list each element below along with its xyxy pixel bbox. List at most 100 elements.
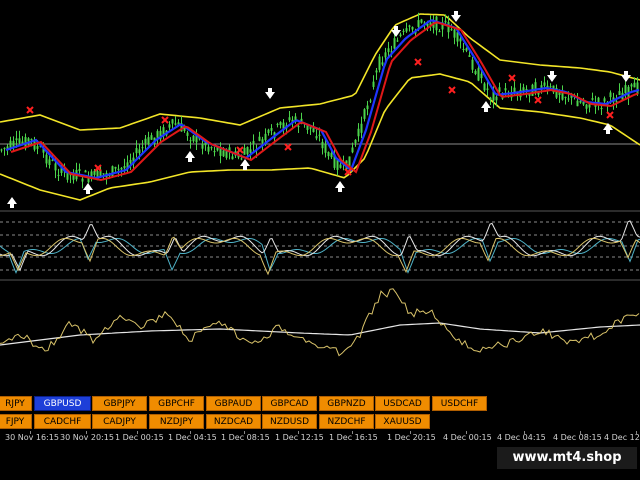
candle-body xyxy=(138,149,141,154)
candle-body xyxy=(147,137,150,145)
signal-cross-icon xyxy=(414,58,422,66)
candle-body xyxy=(567,98,570,100)
symbol-button[interactable]: GBPUSD xyxy=(34,396,91,411)
candle-body xyxy=(405,28,408,32)
candle-body xyxy=(120,167,123,170)
symbol-button[interactable]: USDCAD xyxy=(375,396,430,411)
candle-body xyxy=(84,170,87,173)
candle-body xyxy=(549,86,552,88)
symbol-button[interactable]: GBPAUD xyxy=(206,396,261,411)
signal-cross-icon xyxy=(26,106,34,114)
candle-body xyxy=(582,101,585,105)
sell-arrow-icon xyxy=(451,11,461,22)
candle-body xyxy=(57,174,60,176)
candle-body xyxy=(477,68,480,81)
symbol-button[interactable]: GBPCAD xyxy=(262,396,317,411)
time-axis-label: 4 Dec 04:15 xyxy=(497,433,546,442)
candle-body xyxy=(384,52,387,58)
candle-body xyxy=(633,82,636,88)
candle-body xyxy=(30,138,33,140)
symbol-button[interactable]: RJPY xyxy=(0,396,32,411)
symbol-button[interactable]: GBPJPY xyxy=(92,396,147,411)
slow-moving-average-line xyxy=(10,21,639,182)
symbol-button[interactable]: GBPNZD xyxy=(319,396,374,411)
candle-body xyxy=(264,133,267,141)
candle-body xyxy=(363,109,366,119)
candle-body xyxy=(480,73,483,79)
candle-body xyxy=(219,148,222,156)
candle-body xyxy=(312,128,315,133)
buy-arrow-icon xyxy=(481,101,491,112)
oscillator-pane-1[interactable] xyxy=(0,213,640,279)
candle-body xyxy=(381,62,384,65)
time-axis-label: 1 Dec 12:15 xyxy=(275,433,324,442)
buy-arrow-icon xyxy=(335,181,345,192)
candle-body xyxy=(324,144,327,153)
candle-body xyxy=(93,170,96,175)
candle-body xyxy=(78,169,81,171)
symbol-button[interactable]: USDCHF xyxy=(432,396,487,411)
symbol-button[interactable]: NZDJPY xyxy=(149,414,204,429)
candle-body xyxy=(0,149,3,151)
candle-body xyxy=(618,91,621,96)
candle-body xyxy=(351,147,354,153)
candle-body xyxy=(504,88,507,91)
candle-body xyxy=(207,146,210,152)
candle-body xyxy=(222,150,225,157)
signal-cross-icon xyxy=(448,86,456,94)
symbol-button[interactable]: CADJPY xyxy=(92,414,147,429)
candle-body xyxy=(372,81,375,87)
candle-body xyxy=(21,141,24,144)
candle-body xyxy=(597,97,600,103)
candle-body xyxy=(36,146,39,149)
candle-body xyxy=(474,70,477,74)
candle-body xyxy=(564,96,567,98)
symbol-button[interactable]: FJPY xyxy=(0,414,32,429)
buy-arrow-icon xyxy=(83,183,93,194)
candle-body xyxy=(489,97,492,100)
symbol-button[interactable]: GBPCHF xyxy=(149,396,204,411)
candle-body xyxy=(543,82,546,86)
candle-body xyxy=(387,48,390,53)
candle-body xyxy=(54,163,57,171)
time-axis-label: 1 Dec 20:15 xyxy=(387,433,436,442)
symbol-button[interactable]: XAUUSD xyxy=(375,414,430,429)
candle-body xyxy=(213,151,216,153)
time-axis-label: 1 Dec 00:15 xyxy=(115,433,164,442)
signal-cross-icon xyxy=(161,116,169,124)
candle-body xyxy=(18,138,21,143)
candle-body xyxy=(276,123,279,125)
symbol-button[interactable]: NZDUSD xyxy=(262,414,317,429)
symbol-button[interactable]: CADCHF xyxy=(34,414,91,429)
pane-separator[interactable] xyxy=(0,210,640,212)
symbol-button[interactable]: NZDCHF xyxy=(319,414,374,429)
candle-body xyxy=(15,138,18,141)
candle-body xyxy=(588,104,591,108)
candle-body xyxy=(525,88,528,91)
candle-body xyxy=(411,26,414,30)
time-axis-label: 1 Dec 16:15 xyxy=(329,433,378,442)
candle-body xyxy=(459,38,462,42)
candle-body xyxy=(495,96,498,101)
oscillator-1 xyxy=(0,220,640,276)
candle-body xyxy=(171,119,174,124)
candle-body xyxy=(210,147,213,149)
signal-cross-icon xyxy=(508,74,516,82)
pane-separator[interactable] xyxy=(0,279,640,281)
candle-body xyxy=(246,147,249,155)
candle-body xyxy=(609,92,612,98)
candle-body xyxy=(630,84,633,87)
candle-body xyxy=(45,154,48,164)
signal-cross-icon xyxy=(534,96,542,104)
price-chart-pane[interactable] xyxy=(0,0,640,210)
candle-body xyxy=(378,56,381,70)
oscillator-pane-2[interactable] xyxy=(0,283,640,370)
candle-body xyxy=(453,29,456,38)
candle-body xyxy=(174,123,177,125)
candle-body xyxy=(357,128,360,137)
candle-body xyxy=(243,147,246,155)
candle-body xyxy=(471,59,474,70)
candle-body xyxy=(114,166,117,169)
candle-body xyxy=(123,165,126,169)
symbol-button[interactable]: NZDCAD xyxy=(206,414,261,429)
